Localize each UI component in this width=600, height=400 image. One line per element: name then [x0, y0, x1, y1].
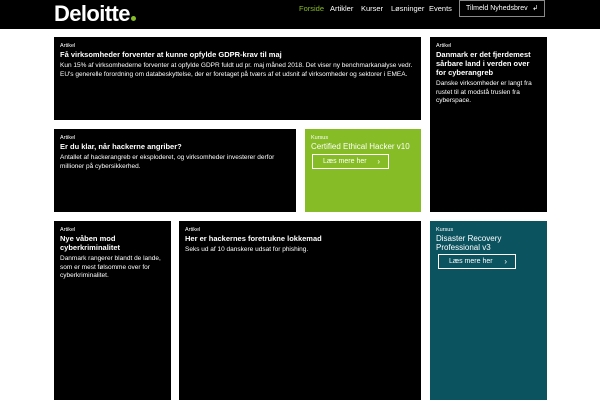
card-title[interactable]: Danmark er det fjerdemest sårbare land i…	[436, 50, 541, 77]
card-title[interactable]: Disaster Recovery Professional v3	[436, 234, 541, 252]
card-title[interactable]: Er du klar, når hackerne angriber?	[60, 142, 290, 151]
card-kicker: Artikel	[185, 227, 201, 233]
newsletter-label: Tilmeld Nyhedsbrev	[466, 5, 528, 12]
chevron-right-icon: ›	[377, 157, 380, 166]
article-card-weapons[interactable]: Artikel Nye våben mod cyberkriminalitet …	[54, 221, 171, 400]
card-kicker: Artikel	[60, 227, 76, 233]
article-card-hackers-attack[interactable]: Artikel Er du klar, når hackerne angribe…	[54, 129, 296, 212]
card-title[interactable]: Certified Ethical Hacker v10	[311, 142, 415, 151]
card-kicker: Artikel	[60, 135, 76, 141]
card-body: Danske virksomheder er langt fra rustet …	[436, 80, 532, 104]
card-body: Seks ud af 10 danskere udsat for phishin…	[185, 246, 309, 253]
nav-kurser[interactable]: Kurser	[361, 4, 383, 14]
card-body: Antallet af hackerangreb er eksploderet,…	[60, 154, 275, 170]
card-kicker: Artikel	[436, 43, 452, 49]
article-card-gdpr[interactable]: Artikel Få virksomheder forventer at kun…	[54, 37, 421, 120]
course-card-ethical-hacker[interactable]: Kursus Certified Ethical Hacker v10 Læs …	[305, 129, 421, 212]
card-title[interactable]: Her er hackernes foretrukne lokkemad	[185, 234, 415, 243]
article-card-phishing[interactable]: Artikel Her er hackernes foretrukne lokk…	[179, 221, 421, 400]
chevron-right-icon: ›	[504, 257, 507, 266]
card-body: Kun 15% af virksomhederne forventer at o…	[60, 62, 413, 78]
card-title[interactable]: Få virksomheder forventer at kunne opfyl…	[60, 50, 415, 59]
course-card-disaster-recovery[interactable]: Kursus Disaster Recovery Professional v3…	[430, 221, 547, 400]
read-more-label: Læs mere her	[449, 258, 493, 265]
read-more-button[interactable]: Læs mere her ›	[438, 254, 516, 269]
article-card-vulnerable[interactable]: Artikel Danmark er det fjerdemest sårbar…	[430, 37, 547, 212]
card-kicker: Kursus	[311, 135, 329, 141]
logo-dot-icon	[130, 16, 136, 21]
site-header: Deloitte Forside Artikler Kurser Løsning…	[0, 0, 600, 29]
nav-artikler[interactable]: Artikler	[330, 4, 353, 14]
enter-arrow-icon: ↲	[532, 5, 538, 12]
read-more-label: Læs mere her	[323, 158, 367, 165]
nav-losninger[interactable]: Løsninger	[391, 4, 424, 14]
deloitte-logo[interactable]: Deloitte	[54, 1, 136, 27]
read-more-button[interactable]: Læs mere her ›	[312, 154, 389, 169]
card-body: Danmark rangerer blandt de lande, som er…	[60, 255, 161, 279]
card-title[interactable]: Nye våben mod cyberkriminalitet	[60, 234, 165, 252]
nav-forside[interactable]: Forside	[299, 4, 324, 14]
card-kicker: Kursus	[436, 227, 454, 233]
card-kicker: Artikel	[60, 43, 76, 49]
newsletter-signup-button[interactable]: Tilmeld Nyhedsbrev ↲	[459, 0, 545, 17]
nav-events[interactable]: Events	[429, 4, 452, 14]
